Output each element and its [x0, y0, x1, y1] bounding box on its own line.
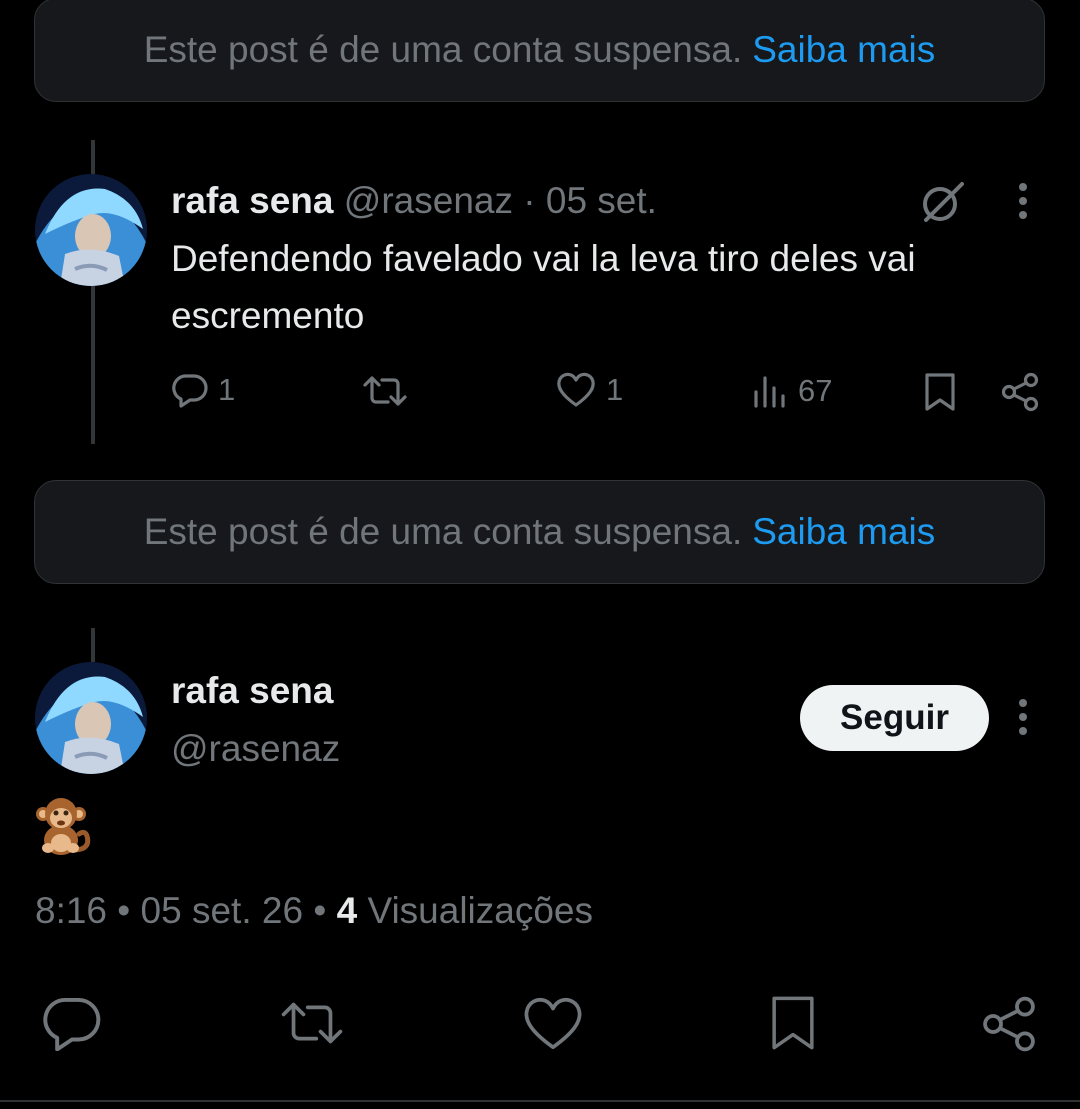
- grok-icon[interactable]: [918, 178, 966, 226]
- retweet-icon: [362, 372, 408, 410]
- suspended-post-notice: Este post é de uma conta suspensa. Saiba…: [34, 480, 1045, 584]
- views-label[interactable]: Visualizações: [367, 890, 593, 931]
- bookmark-icon: [922, 372, 958, 412]
- like-button[interactable]: [522, 996, 584, 1052]
- author-handle-row: @rasenaz: [171, 728, 340, 770]
- more-icon[interactable]: [1014, 698, 1032, 738]
- separator: ·: [523, 180, 536, 221]
- reply-icon: [172, 372, 208, 408]
- reply-button[interactable]: 1: [172, 372, 235, 408]
- views-button[interactable]: 67: [752, 372, 832, 410]
- post-header: rafa sena @rasenaz · 05 set.: [171, 180, 657, 222]
- learn-more-link[interactable]: Saiba mais: [752, 511, 935, 553]
- share-icon: [980, 995, 1038, 1053]
- like-icon: [522, 996, 584, 1052]
- retweet-button[interactable]: [362, 372, 418, 410]
- reply-button[interactable]: [42, 995, 102, 1051]
- monkey-emoji: [33, 796, 93, 863]
- learn-more-link[interactable]: Saiba mais: [752, 29, 935, 71]
- retweet-icon: [278, 996, 346, 1050]
- post-time[interactable]: 8:16: [35, 890, 107, 931]
- thread-line: [91, 628, 95, 662]
- post-date[interactable]: 05 set. 26: [141, 890, 304, 931]
- suspended-notice-text: Este post é de uma conta suspensa.: [143, 511, 743, 552]
- suspended-notice-text: Este post é de uma conta suspensa.: [143, 29, 743, 70]
- like-button[interactable]: 1: [556, 372, 623, 408]
- share-button[interactable]: [1000, 372, 1040, 412]
- like-icon: [556, 372, 596, 408]
- share-icon: [1000, 372, 1040, 412]
- avatar[interactable]: [35, 174, 147, 286]
- post-metadata: 8:16 • 05 set. 26 • 4 Visualizações: [35, 890, 593, 932]
- views-icon: [752, 372, 788, 410]
- display-name[interactable]: rafa sena: [171, 670, 334, 711]
- retweet-button[interactable]: [278, 996, 346, 1050]
- post-date[interactable]: 05 set.: [546, 180, 657, 221]
- handle[interactable]: @rasenaz: [344, 180, 513, 221]
- meta-dot: •: [313, 890, 327, 931]
- divider: [0, 1100, 1080, 1102]
- display-name[interactable]: rafa sena: [171, 180, 334, 221]
- bookmark-button[interactable]: [922, 372, 958, 412]
- bookmark-button[interactable]: [766, 994, 820, 1052]
- follow-button[interactable]: Seguir: [800, 685, 989, 751]
- bookmark-icon: [766, 994, 820, 1052]
- reply-icon: [42, 995, 102, 1051]
- meta-dot: •: [117, 890, 131, 931]
- share-button[interactable]: [980, 995, 1038, 1053]
- handle[interactable]: @rasenaz: [171, 728, 340, 769]
- author-name-row: rafa sena: [171, 670, 334, 712]
- more-icon[interactable]: [1014, 182, 1032, 222]
- avatar[interactable]: [35, 662, 147, 774]
- views-count: 4: [336, 890, 358, 931]
- post-text: Defendendo favelado vai la leva tiro del…: [171, 238, 916, 336]
- like-count: 1: [606, 372, 624, 407]
- reply-count: 1: [218, 372, 236, 407]
- views-count: 67: [798, 373, 833, 408]
- suspended-post-notice: Este post é de uma conta suspensa. Saiba…: [34, 0, 1045, 102]
